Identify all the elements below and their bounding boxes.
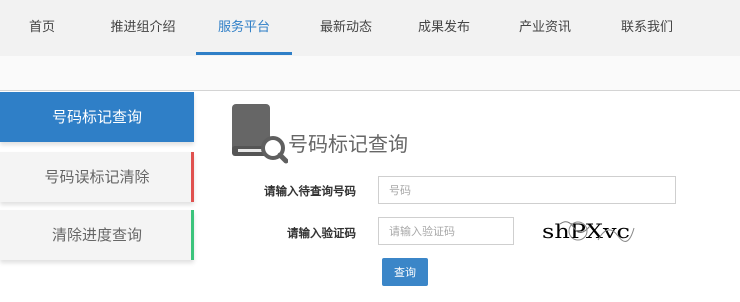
nav-home[interactable]: 首页	[20, 0, 64, 56]
header-band	[0, 56, 740, 90]
captcha-code: shPXvc	[542, 219, 630, 243]
nav-service-platform[interactable]: 服务平台	[198, 0, 290, 56]
sidebar-item-number-query[interactable]: 号码标记查询	[0, 92, 194, 142]
nav-active-indicator	[196, 52, 292, 55]
sidebar-item-label: 号码标记查询	[51, 108, 142, 126]
nav-news[interactable]: 最新动态	[306, 0, 386, 56]
book-search-icon	[232, 104, 288, 164]
sidebar-item-label: 清除进度查询	[51, 226, 142, 244]
divider	[0, 90, 740, 91]
number-input-label: 请输入待查询号码	[264, 184, 356, 198]
sidebar-item-label: 号码误标记清除	[44, 168, 150, 186]
sidebar-item-mislabel-removal[interactable]: 号码误标记清除	[0, 152, 194, 202]
nav-contact[interactable]: 联系我们	[606, 0, 688, 56]
nav-industry-info[interactable]: 产业资讯	[505, 0, 585, 56]
accent-bar	[191, 152, 194, 202]
panel-title: 号码标记查询	[288, 132, 408, 156]
top-nav: 首页 推进组介绍 服务平台 最新动态 成果发布 产业资讯 联系我们	[0, 0, 740, 57]
captcha-input[interactable]	[378, 217, 514, 245]
query-button[interactable]: 查询	[382, 258, 428, 286]
accent-bar	[191, 210, 194, 260]
captcha-input-label: 请输入验证码	[287, 226, 356, 240]
nav-intro[interactable]: 推进组介绍	[98, 0, 188, 56]
nav-results[interactable]: 成果发布	[404, 0, 484, 56]
captcha-image[interactable]: shPXvc	[538, 216, 638, 246]
sidebar-item-progress-query[interactable]: 清除进度查询	[0, 210, 194, 260]
number-input[interactable]	[378, 176, 676, 204]
